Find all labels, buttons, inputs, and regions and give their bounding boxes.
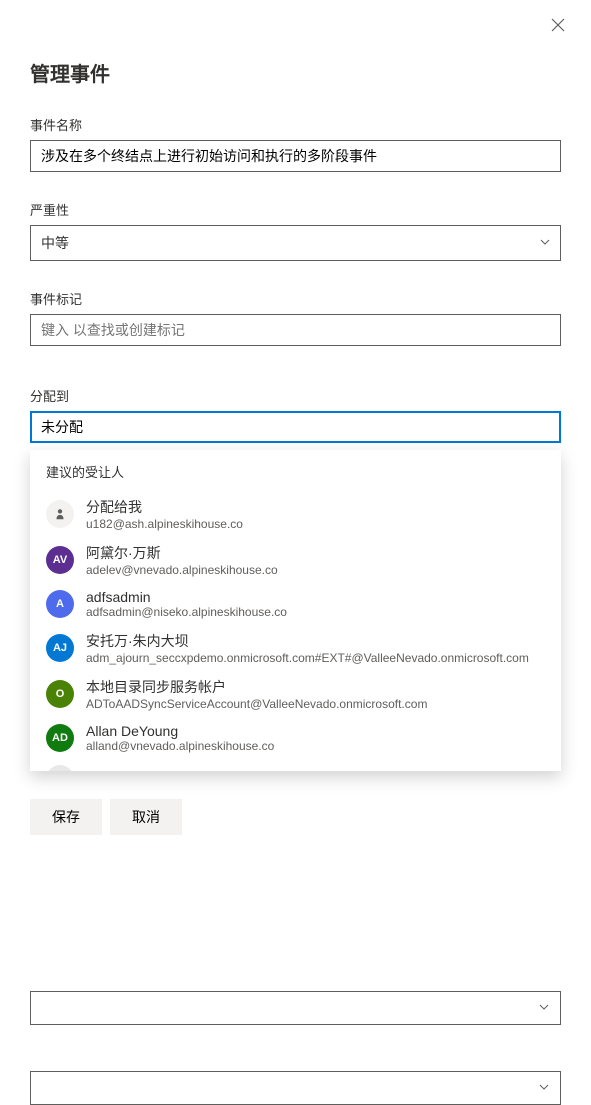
person-name: 阿黛尔·万斯 <box>86 543 278 563</box>
suggestion-item[interactable]: Aadfsadminadfsadmin@niseko.alpineskihous… <box>30 583 561 625</box>
assign-label: 分配到 <box>30 386 561 405</box>
assign-suggestions-dropdown: 建议的受让人 分配给我u182@ash.alpineskihouse.co AV 阿… <box>30 450 561 771</box>
suggestion-item[interactable]: ADSyncAccounts <box>30 759 561 771</box>
person-name: 分配给我 <box>86 497 243 517</box>
obscured-select-1[interactable] <box>30 991 561 1025</box>
person-email: adelev@vnevado.alpineskihouse.co <box>86 563 278 577</box>
person-name: 安托万·朱内大坝 <box>86 631 529 651</box>
avatar: A <box>46 590 74 618</box>
severity-select[interactable]: 中等 <box>30 225 561 261</box>
suggestion-item[interactable]: AD Allan DeYoungalland@vnevado.alpineskih… <box>30 717 561 759</box>
footer-actions: 保存 取消 <box>30 799 182 835</box>
obscured-select-2[interactable] <box>30 1071 561 1105</box>
person-email: adfsadmin@niseko.alpineskihouse.co <box>86 605 287 619</box>
severity-value: 中等 <box>30 225 561 261</box>
close-button[interactable] <box>551 18 569 36</box>
person-name: adfsadmin <box>86 589 287 605</box>
chevron-down-icon <box>538 1000 550 1016</box>
avatar: O <box>46 680 74 708</box>
incident-name-input[interactable] <box>30 140 561 172</box>
person-name: 本地目录同步服务帐户 <box>86 677 427 697</box>
tags-input[interactable] <box>30 314 561 346</box>
tags-label: 事件标记 <box>30 289 561 308</box>
person-name: Allan DeYoung <box>86 723 274 739</box>
cancel-button[interactable]: 取消 <box>110 799 182 835</box>
avatar <box>46 765 74 771</box>
suggestion-item[interactable]: AV 阿黛尔·万斯adelev@vnevado.alpineskihouse.co <box>30 537 561 583</box>
person-email: adm_ajourn_seccxpdemo.onmicrosoft.com#EX… <box>86 651 529 665</box>
person-email: ADToAADSyncServiceAccount@ValleeNevado.o… <box>86 697 427 711</box>
assign-input[interactable] <box>30 411 561 443</box>
suggestions-header: 建议的受让人 <box>30 462 561 491</box>
suggestion-item[interactable]: O 本地目录同步服务帐户ADToAADSyncServiceAccount@Val… <box>30 671 561 717</box>
panel-title: 管理事件 <box>30 58 561 87</box>
suggestions-list[interactable]: 分配给我u182@ash.alpineskihouse.coAV阿黛尔·万斯ad… <box>30 491 561 771</box>
person-email: u182@ash.alpineskihouse.co <box>86 517 243 531</box>
severity-label: 严重性 <box>30 200 561 219</box>
incident-name-label: 事件名称 <box>30 115 561 134</box>
suggestion-item[interactable]: AJ 安托万·朱内大坝adm_ajourn_seccxpdemo.onmicros… <box>30 625 561 671</box>
person-email: alland@vnevado.alpineskihouse.co <box>86 739 274 753</box>
avatar: AD <box>46 724 74 752</box>
avatar: AV <box>46 546 74 574</box>
suggestion-item[interactable]: 分配给我u182@ash.alpineskihouse.co <box>30 491 561 537</box>
avatar <box>46 500 74 528</box>
chevron-down-icon <box>538 1080 550 1096</box>
avatar: AJ <box>46 634 74 662</box>
save-button[interactable]: 保存 <box>30 799 102 835</box>
